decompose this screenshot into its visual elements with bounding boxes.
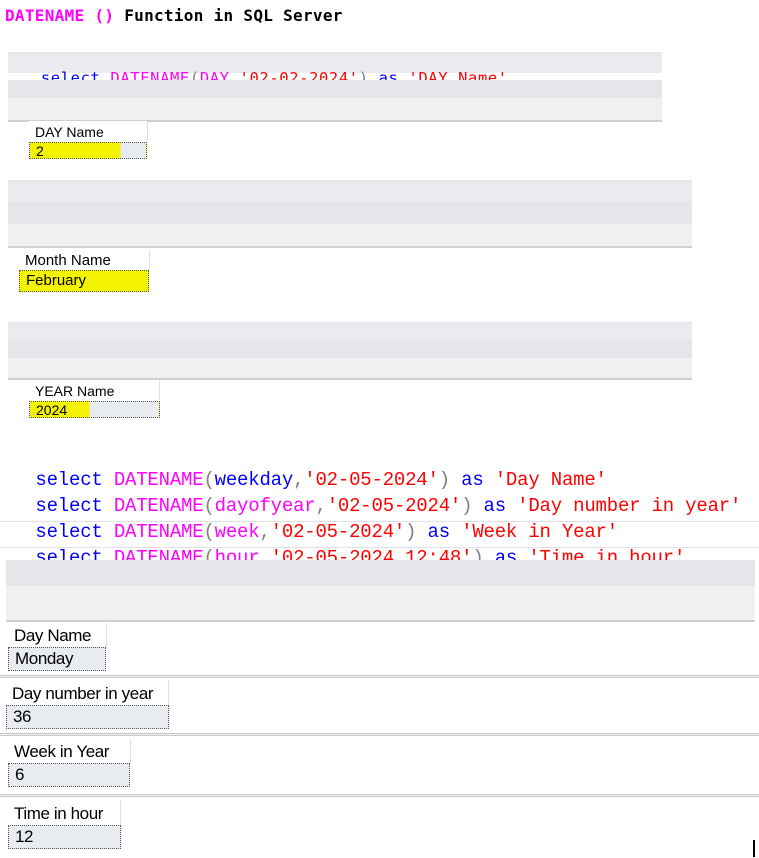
results-toolbar <box>6 586 755 622</box>
result-cell[interactable]: 2 <box>29 142 147 159</box>
editor-scroll-area <box>6 560 755 586</box>
editor-scroll-area <box>8 340 692 358</box>
result-grid-hour[interactable]: Time in hour 12 <box>8 801 121 849</box>
result-separator <box>0 733 759 736</box>
result-grid-day-number[interactable]: Day number in year 36 <box>6 681 169 729</box>
result-cell[interactable]: Monday <box>8 647 106 671</box>
result-cell[interactable]: 12 <box>8 825 121 849</box>
result-cell[interactable]: 2024 <box>29 401 160 418</box>
editor-scroll-area <box>8 202 692 224</box>
result-grid-day[interactable]: DAY Name 2 <box>29 121 148 159</box>
title-rest: Function in SQL Server <box>114 6 343 25</box>
result-separator <box>0 794 759 797</box>
column-header[interactable]: Day Name <box>8 623 107 647</box>
current-line-border <box>0 521 759 522</box>
results-toolbar <box>8 358 692 380</box>
result-grid-week[interactable]: Week in Year 6 <box>8 739 131 787</box>
column-header[interactable]: DAY Name <box>29 121 148 141</box>
column-header[interactable]: Week in Year <box>8 739 131 763</box>
text-cursor <box>753 840 755 857</box>
column-header[interactable]: YEAR Name <box>29 380 160 400</box>
result-grid-day-name[interactable]: Day Name Monday <box>8 623 107 671</box>
result-grid-month[interactable]: Month Name February <box>19 250 150 292</box>
results-toolbar <box>8 98 662 122</box>
result-cell[interactable]: February <box>19 270 149 292</box>
result-grid-year[interactable]: YEAR Name 2024 <box>29 380 160 418</box>
editor-scroll-area <box>8 80 662 98</box>
result-cell[interactable]: 36 <box>6 705 169 729</box>
title-function: DATENAME () <box>5 6 115 25</box>
column-header[interactable]: Time in hour <box>8 801 121 825</box>
results-toolbar <box>8 224 692 248</box>
current-line-border <box>0 547 759 548</box>
column-header[interactable]: Month Name <box>19 250 150 270</box>
result-separator <box>0 675 759 678</box>
result-cell[interactable]: 6 <box>8 763 130 787</box>
column-header[interactable]: Day number in year <box>6 681 169 705</box>
page-title: DATENAME () Function in SQL Server <box>5 6 343 25</box>
